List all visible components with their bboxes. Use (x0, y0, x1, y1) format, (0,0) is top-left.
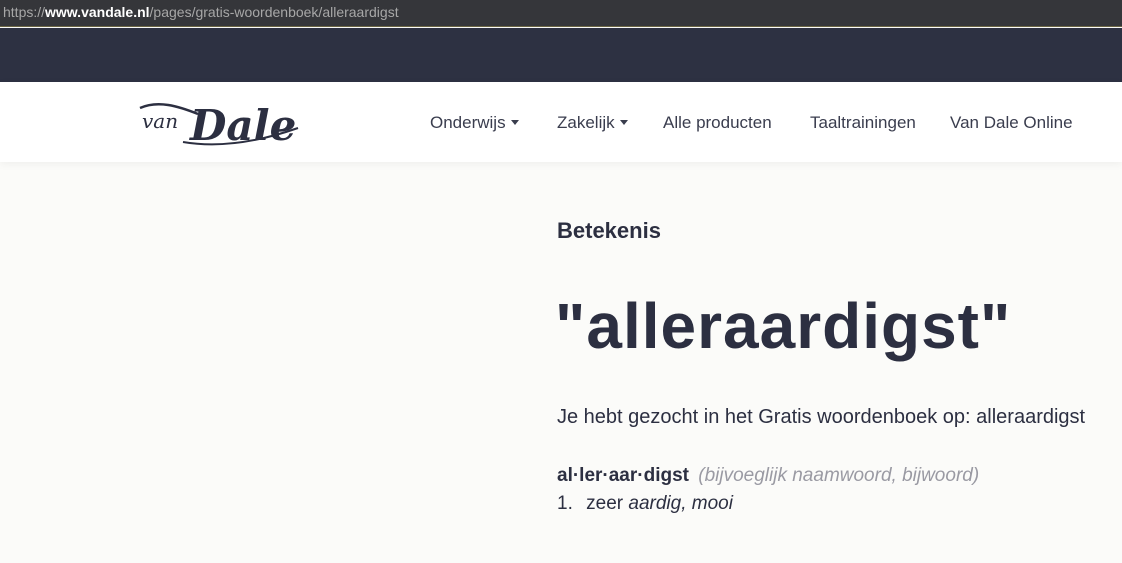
search-info: Je hebt gezocht in het Gratis woordenboe… (557, 406, 1086, 428)
logo-text-large: Dale (189, 101, 296, 148)
nav-onderwijs[interactable]: Onderwijs (430, 113, 519, 133)
nav-alle-producten[interactable]: Alle producten (663, 113, 772, 133)
section-label: Betekenis (557, 218, 661, 243)
nav-taaltrainingen[interactable]: Taaltrainingen (810, 113, 916, 133)
van-dale-logo[interactable]: van Dale (138, 98, 303, 150)
nav-taaltrainingen-label: Taaltrainingen (810, 113, 916, 132)
caret-down-icon (619, 120, 628, 125)
nav-onderwijs-label: Onderwijs (430, 113, 506, 132)
url-scheme: https:// (3, 4, 46, 20)
logo-mark: van Dale (139, 101, 299, 150)
definition-plain: zeer (586, 493, 624, 514)
nav-van-dale-online[interactable]: Van Dale Online (950, 113, 1073, 133)
nav-zakelijk[interactable]: Zakelijk (557, 113, 628, 133)
entry-syllables: al·ler·aar·digst (557, 465, 689, 486)
url-host: www.vandale.nl (45, 4, 150, 20)
logo-text-small: van (142, 109, 178, 133)
nav-alle-producten-label: Alle producten (663, 113, 772, 132)
definition-italic: aardig, mooi (628, 493, 733, 514)
url-path: /pages/gratis-woordenboek/alleraardigst (149, 4, 399, 20)
caret-down-icon (510, 120, 519, 125)
address-bar[interactable]: https://www.vandale.nl/pages/gratis-woor… (0, 0, 1122, 27)
definition-item: 1. zeer aardig, mooi (557, 493, 733, 515)
entry-part-of-speech: (bijvoeglijk naamwoord, bijwoord) (698, 465, 980, 486)
nav-van-dale-online-label: Van Dale Online (950, 113, 1073, 132)
main-navigation: van Dale Onderwijs Zakelijk Alle product… (0, 82, 1122, 162)
entry-headword: al·ler·aar·digst (bijvoeglijk naamwoord,… (557, 465, 979, 487)
top-band (0, 28, 1122, 82)
nav-zakelijk-label: Zakelijk (557, 113, 615, 132)
word-title: "alleraardigst" (555, 290, 1012, 362)
definition-number: 1. (557, 493, 573, 514)
